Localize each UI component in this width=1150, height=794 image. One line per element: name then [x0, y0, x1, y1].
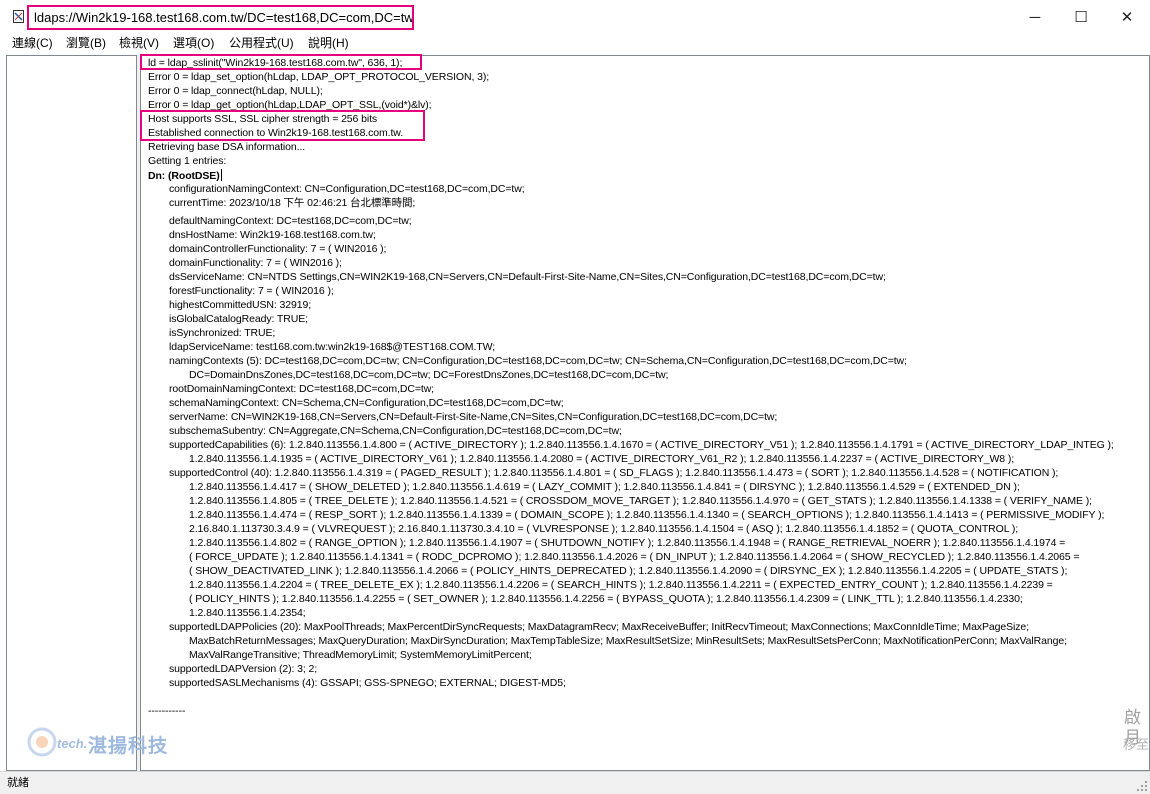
output-line: 1.2.840.113556.1.4.417 = ( SHOW_DELETED … [189, 481, 1020, 493]
output-line: 1.2.840.113556.1.4.1935 = ( ACTIVE_DIREC… [189, 453, 1015, 465]
minimize-button[interactable]: ─ [1012, 0, 1058, 34]
menu-bar: 連線(C) 瀏覽(B) 檢視(V) 選項(O) 公用程式(U) 說明(H) [0, 34, 1150, 53]
maximize-button[interactable]: ☐ [1058, 0, 1104, 34]
watermark-tech-text: tech. [57, 736, 88, 751]
close-button[interactable]: ✕ [1104, 0, 1150, 34]
menu-browse[interactable]: 瀏覽(B) [64, 35, 108, 51]
output-line: isSynchronized: TRUE; [169, 327, 276, 339]
output-line: supportedControl (40): 1.2.840.113556.1.… [169, 467, 1059, 479]
output-separator: ----------- [148, 705, 186, 717]
dn-heading-text: Dn: (RootDSE) [148, 170, 220, 182]
output-line: ( FORCE_UPDATE ); 1.2.840.113556.1.4.134… [189, 551, 1080, 563]
status-text: 就緒 [7, 777, 29, 789]
tree-view-pane[interactable] [6, 55, 137, 771]
title-bar[interactable]: ldaps://Win2k19-168.test168.com.tw/DC=te… [0, 0, 1150, 34]
output-line: subschemaSubentry: CN=Aggregate,CN=Schem… [169, 425, 622, 437]
output-pane[interactable]: ld = ldap_sslinit("Win2k19-168.test168.c… [140, 55, 1150, 771]
status-bar: 就緒 [0, 771, 1150, 794]
output-line: isGlobalCatalogReady: TRUE; [169, 313, 308, 325]
output-line: domainFunctionality: 7 = ( WIN2016 ); [169, 257, 342, 269]
menu-options[interactable]: 選項(O) [171, 35, 216, 51]
output-line: dnsHostName: Win2k19-168.test168.com.tw; [169, 229, 376, 241]
output-line: supportedLDAPVersion (2): 3; 2; [169, 663, 318, 675]
output-line: supportedSASLMechanisms (4): GSSAPI; GSS… [169, 677, 566, 689]
menu-help[interactable]: 說明(H) [306, 35, 351, 51]
output-line: Getting 1 entries: [148, 155, 227, 167]
output-line: DC=DomainDnsZones,DC=test168,DC=com,DC=t… [189, 369, 669, 381]
output-line: forestFunctionality: 7 = ( WIN2016 ); [169, 285, 334, 297]
title-highlight-box [27, 5, 414, 30]
output-line: 1.2.840.113556.1.4.805 = ( TREE_DELETE )… [189, 495, 1092, 507]
output-line: ldapServiceName: test168.com.tw:win2k19-… [169, 341, 496, 353]
menu-view[interactable]: 檢視(V) [117, 35, 161, 51]
menu-utilities[interactable]: 公用程式(U) [227, 35, 296, 51]
sslinit-highlight-box [140, 54, 422, 70]
output-line: 1.2.840.113556.1.4.474 = ( RESP_SORT ); … [189, 509, 1105, 521]
ssl-connection-highlight-box [140, 110, 425, 141]
windows-activation-subtext: 移至 [1123, 737, 1150, 752]
output-line: defaultNamingContext: DC=test168,DC=com,… [169, 215, 412, 227]
output-line: ( SHOW_DEACTIVATED_LINK ); 1.2.840.11355… [189, 565, 1068, 577]
output-line: ( POLICY_HINTS ); 1.2.840.113556.1.4.225… [189, 593, 1023, 605]
output-line: configurationNamingContext: CN=Configura… [169, 183, 525, 195]
watermark-brand-text: 湛揚科技 [88, 736, 169, 757]
output-line: Retrieving base DSA information... [148, 141, 306, 153]
output-line: 1.2.840.113556.1.4.2204 = ( TREE_DELETE_… [189, 579, 1053, 591]
output-line: currentTime: 2023/10/18 下午 02:46:21 台北標準… [169, 197, 416, 209]
output-line: 2.16.840.1.113730.3.4.9 = ( VLVREQUEST )… [189, 523, 1019, 535]
output-line: MaxValRangeTransitive; ThreadMemoryLimit… [189, 649, 532, 661]
dn-heading: Dn: (RootDSE) [148, 169, 222, 183]
output-line: highestCommittedUSN: 32919; [169, 299, 312, 311]
output-line: namingContexts (5): DC=test168,DC=com,DC… [169, 355, 907, 367]
output-line: Error 0 = ldap_set_option(hLdap, LDAP_OP… [148, 71, 490, 83]
output-line: serverName: CN=WIN2K19-168,CN=Servers,CN… [169, 411, 778, 423]
output-line: 1.2.840.113556.1.4.2354; [189, 607, 306, 619]
menu-connection[interactable]: 連線(C) [10, 35, 55, 51]
output-line: schemaNamingContext: CN=Schema,CN=Config… [169, 397, 564, 409]
output-line: MaxBatchReturnMessages; MaxQueryDuration… [189, 635, 1067, 647]
output-line: 1.2.840.113556.1.4.802 = ( RANGE_OPTION … [189, 537, 1066, 549]
output-line: dsServiceName: CN=NTDS Settings,CN=WIN2K… [169, 271, 886, 283]
output-line: Error 0 = ldap_connect(hLdap, NULL); [148, 85, 323, 97]
output-line: supportedLDAPPolicies (20): MaxPoolThrea… [169, 621, 1029, 633]
text-caret [220, 169, 222, 181]
output-line: rootDomainNamingContext: DC=test168,DC=c… [169, 383, 434, 395]
output-line: domainControllerFunctionality: 7 = ( WIN… [169, 243, 387, 255]
output-line: supportedCapabilities (6): 1.2.840.11355… [169, 439, 1114, 451]
ldp-app-icon [13, 10, 24, 23]
resize-grip-icon[interactable] [1136, 780, 1148, 792]
